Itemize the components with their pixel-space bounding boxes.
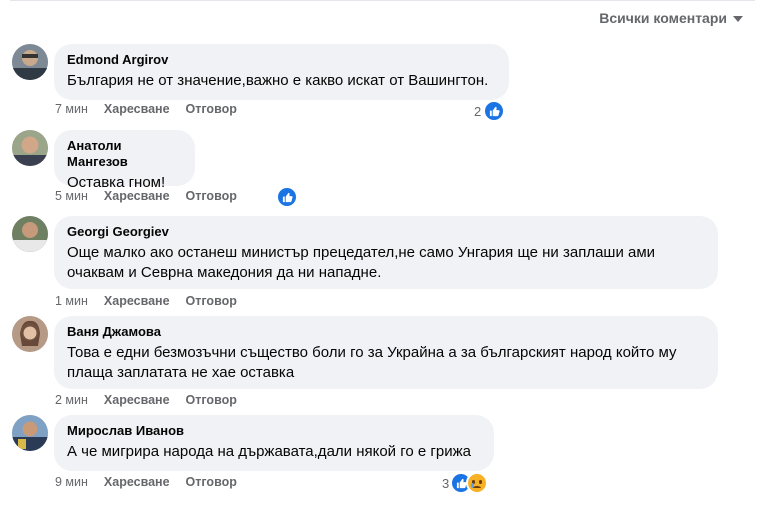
sort-comments-dropdown[interactable]: Всички коментари xyxy=(599,10,743,26)
comment-actions: 5 мин Харесване Отговор xyxy=(55,189,237,203)
reply-button[interactable]: Отговор xyxy=(186,294,237,308)
reaction-summary[interactable]: 2 xyxy=(474,100,506,122)
comment-actions: 2 мин Харесване Отговор xyxy=(55,393,237,407)
comment-text: Това е едни безмозъчни същество боли го … xyxy=(67,344,677,381)
reply-button[interactable]: Отговор xyxy=(186,102,237,116)
comment-text: Още малко ако останеш министър прецедате… xyxy=(67,244,656,281)
top-divider xyxy=(10,0,755,1)
comment-author[interactable]: Georgi Georgiev xyxy=(67,224,706,240)
reaction-count: 3 xyxy=(442,475,450,491)
like-icon xyxy=(483,100,506,122)
reaction-count: 2 xyxy=(474,103,482,119)
comment-timestamp[interactable]: 1 мин xyxy=(55,294,88,308)
reply-button[interactable]: Отговор xyxy=(186,393,237,407)
like-button[interactable]: Харесване xyxy=(104,294,170,308)
like-icon xyxy=(276,186,298,208)
comment-actions: 1 мин Харесване Отговор xyxy=(55,294,237,308)
avatar[interactable] xyxy=(12,415,48,451)
comment-bubble: Ваня Джамова Това е едни безмозъчни съще… xyxy=(54,316,718,389)
comment-text: А че мигрира народа на държавата,дали ня… xyxy=(67,443,471,460)
avatar[interactable] xyxy=(12,316,48,352)
like-button[interactable]: Харесване xyxy=(104,475,170,489)
sort-label: Всички коментари xyxy=(599,10,727,26)
reply-button[interactable]: Отговор xyxy=(186,189,237,203)
avatar[interactable] xyxy=(12,44,48,80)
like-button[interactable]: Харесване xyxy=(104,102,170,116)
comment-actions: 9 мин Харесване Отговор xyxy=(55,475,237,489)
reaction-summary[interactable] xyxy=(276,186,298,208)
comment-timestamp[interactable]: 7 мин xyxy=(55,102,88,116)
like-button[interactable]: Харесване xyxy=(104,393,170,407)
comment-text: България не от значение,важно е какво ис… xyxy=(67,72,489,89)
comment-bubble: Мирослав Иванов А че мигрира народа на д… xyxy=(54,415,494,471)
comment-bubble: Georgi Georgiev Още малко ако останеш ми… xyxy=(54,216,718,289)
comment-bubble: Edmond Argirov България не от значение,в… xyxy=(54,44,509,100)
comment-actions: 7 мин Харесване Отговор xyxy=(55,102,237,116)
sad-icon xyxy=(466,472,489,494)
avatar[interactable] xyxy=(12,130,48,166)
avatar[interactable] xyxy=(12,216,48,252)
comment-author[interactable]: Мирослав Иванов xyxy=(67,423,482,439)
comment-timestamp[interactable]: 2 мин xyxy=(55,393,88,407)
comment-author[interactable]: Edmond Argirov xyxy=(67,52,497,68)
reply-button[interactable]: Отговор xyxy=(186,475,237,489)
chevron-down-icon xyxy=(733,16,743,22)
comment-bubble: Анатоли Мангезов Оставка гном! xyxy=(54,130,195,191)
comment-author[interactable]: Ваня Джамова xyxy=(67,324,706,340)
reaction-summary[interactable]: 3 xyxy=(442,472,489,494)
comment-author[interactable]: Анатоли Мангезов xyxy=(67,138,183,170)
comment-timestamp[interactable]: 5 мин xyxy=(55,189,88,203)
comment-timestamp[interactable]: 9 мин xyxy=(55,475,88,489)
like-button[interactable]: Харесване xyxy=(104,189,170,203)
